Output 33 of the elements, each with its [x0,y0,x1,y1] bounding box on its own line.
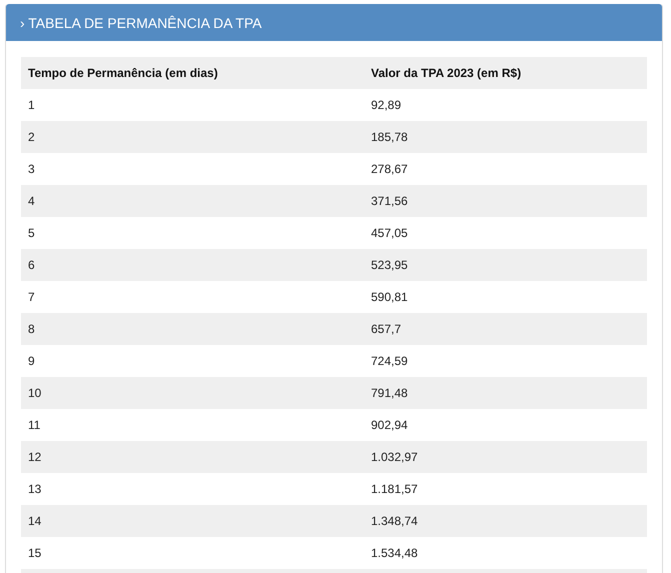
table-cell-text: 6 [27,258,36,272]
table-cell-text: 8 [27,322,36,336]
table-cell-text: 2 [27,130,36,144]
table-cell-text: 7 [27,290,36,304]
table-cell-text: 590,81 [370,290,409,304]
table-cell-text: 1.032,97 [370,450,419,464]
table-cell-text: 11 [27,418,42,432]
table-cell-text: 1.181,57 [370,482,419,496]
table-cell-text: 185,78 [370,130,409,144]
table-cell-text: 523,95 [370,258,409,272]
table-cell-text: 791,48 [370,386,409,400]
table-cell-text: 1.348,74 [370,514,419,528]
table-cell-text: 278,67 [370,162,409,176]
table-cell-text: 3 [27,162,36,176]
table-cell-text: 5 [27,226,36,240]
table-cell-text: 14 [27,514,42,528]
table-cell-text: 12 [27,450,42,464]
panel-title: › TABELA DE PERMANÊNCIA DA TPA [19,14,262,30]
table-cell-text: 4 [27,194,36,208]
table-cell-text: 15 [27,546,42,560]
column-header: Valor da TPA 2023 (em R$) [370,66,522,80]
table-cell-text: 1.534,48 [370,546,419,560]
table-cell-text: 371,56 [370,194,409,208]
table-cell-text: 724,59 [370,354,409,368]
table-cell-text: 657,7 [370,322,402,336]
table-cell-text: 9 [27,354,36,368]
table-cell-text: 902,94 [370,418,409,432]
table-cell-text: 13 [27,482,42,496]
table-cell-text: 92,89 [370,98,402,112]
table-cell-text: 457,05 [370,226,409,240]
column-header: Tempo de Permanência (em dias) [27,66,219,80]
table-cell-text: 1 [27,98,36,112]
table-cell-text: 10 [27,386,42,400]
